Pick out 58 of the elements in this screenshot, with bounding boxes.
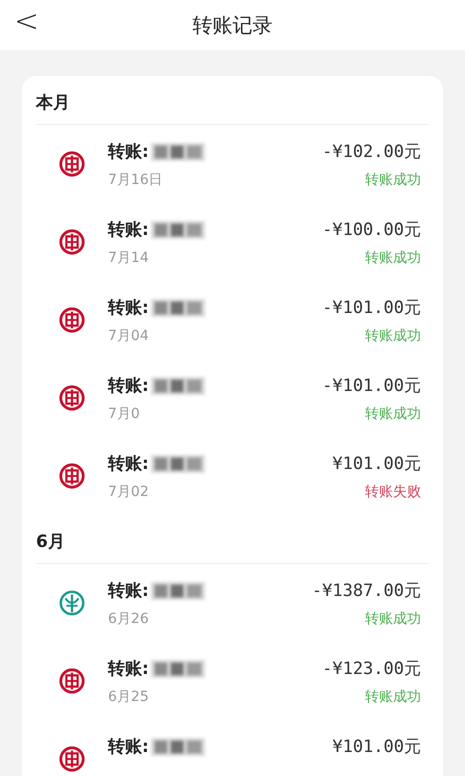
transfer-row[interactable]: 转账: 7月04 -¥101.00元 转账成功	[36, 281, 429, 359]
transfer-date: 6月25	[108, 688, 150, 706]
transfer-row[interactable]: 转账: 7月14 -¥100.00元 转账成功	[36, 203, 429, 281]
bank-logo-icon	[58, 228, 86, 256]
transfer-date: 7月16日	[108, 171, 164, 189]
section-heading: 本月	[36, 76, 429, 125]
bank-logo-icon	[58, 306, 86, 334]
amount: -¥101.00元	[322, 375, 421, 397]
transfer-title: 转账:	[108, 375, 149, 397]
pixelated-name-drawing	[148, 738, 207, 756]
status-label: 转账成功	[364, 610, 421, 628]
transfer-title: 转账:	[108, 219, 149, 241]
amount: ¥101.00元	[332, 736, 421, 758]
pixelated-name-drawing	[148, 142, 207, 160]
transfer-date: 7月14	[108, 249, 150, 267]
pixelated-name-drawing	[148, 454, 207, 472]
transfer-row[interactable]: 转账: 6月26 -¥1387.00元 转账成功	[36, 564, 429, 642]
status-label: 转账成功	[364, 171, 421, 189]
transfer-row[interactable]: 转账: 6月25 -¥123.00元 转账成功	[36, 642, 429, 720]
back-button[interactable]: <	[14, 4, 40, 39]
bank-logo-icon	[58, 462, 86, 490]
transfer-row[interactable]: 转账: ¥101.00元	[36, 720, 429, 776]
bank-logo-icon	[58, 150, 86, 178]
transfer-title: 转账:	[108, 453, 149, 475]
bank-logo-icon	[58, 589, 86, 617]
amount: -¥123.00元	[322, 658, 421, 680]
transfer-title: 转账:	[108, 297, 149, 319]
amount: ¥101.00元	[332, 453, 421, 475]
pixelated-name-drawing	[148, 298, 207, 316]
pixelated-name-drawing	[148, 660, 207, 678]
bank-logo-icon	[58, 667, 86, 695]
transfer-title: 转账:	[108, 580, 149, 602]
bank-logo-icon	[58, 384, 86, 412]
bank-logo-icon	[58, 745, 86, 773]
status-label: 转账失败	[364, 483, 421, 501]
page-title: 转账记录	[192, 12, 272, 38]
transfer-title: 转账:	[108, 658, 149, 680]
transfer-date: 7月04	[108, 327, 150, 345]
transfer-title: 转账:	[108, 141, 149, 163]
transfer-row[interactable]: 转账: 7月16日 -¥102.00元 转账成功	[36, 125, 429, 203]
amount: -¥102.00元	[322, 141, 421, 163]
transfer-title: 转账:	[108, 736, 149, 758]
transfer-date: 6月26	[108, 610, 150, 628]
pixelated-name-drawing	[148, 220, 207, 238]
transfer-date: 7月02	[108, 483, 150, 501]
amount: -¥1387.00元	[312, 580, 421, 602]
amount: -¥101.00元	[322, 297, 421, 319]
pixelated-name-drawing	[148, 582, 207, 600]
pixelated-name-drawing	[148, 376, 207, 394]
status-label: 转账成功	[364, 405, 421, 423]
status-label: 转账成功	[364, 688, 421, 706]
status-label: 转账成功	[364, 327, 421, 345]
transfer-row[interactable]: 转账: 7月0 -¥101.00元 转账成功	[36, 359, 429, 437]
status-label: 转账成功	[364, 249, 421, 267]
transfer-row[interactable]: 转账: 7月02 ¥101.00元 转账失败	[36, 437, 429, 515]
section-heading: 6月	[36, 515, 429, 564]
transfer-date: 7月0	[108, 405, 141, 423]
amount: -¥100.00元	[322, 219, 421, 241]
